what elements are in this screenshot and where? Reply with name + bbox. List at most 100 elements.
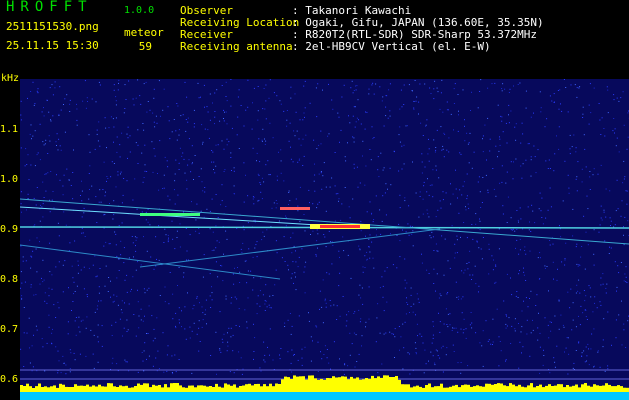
noise-speckle	[582, 312, 584, 314]
noise-speckle	[534, 222, 536, 224]
noise-speckle	[291, 325, 293, 327]
noise-speckle	[176, 237, 178, 238]
noise-speckle	[549, 321, 551, 323]
noise-speckle	[614, 261, 616, 263]
noise-speckle	[430, 237, 432, 239]
noise-speckle	[348, 206, 350, 208]
noise-speckle	[109, 243, 111, 245]
noise-speckle	[349, 354, 351, 356]
noise-speckle	[129, 135, 131, 137]
noise-speckle	[295, 276, 296, 278]
noise-speckle	[303, 271, 305, 273]
noise-speckle	[506, 325, 508, 327]
noise-speckle	[198, 320, 200, 322]
noise-speckle	[56, 174, 57, 176]
noise-speckle	[252, 256, 254, 258]
noise-speckle	[75, 334, 77, 336]
noise-speckle	[234, 267, 235, 269]
noise-speckle	[260, 183, 262, 185]
noise-speckle	[246, 327, 248, 329]
noise-speckle	[478, 285, 480, 287]
noise-speckle	[98, 300, 99, 302]
noise-speckle	[153, 328, 155, 330]
level-bar	[269, 383, 272, 392]
noise-speckle	[154, 155, 156, 157]
noise-speckle	[351, 343, 353, 345]
y-tick-label: 1.0	[0, 174, 19, 185]
noise-speckle	[588, 123, 590, 125]
noise-speckle	[343, 250, 345, 252]
noise-speckle	[226, 238, 228, 240]
level-bar	[98, 384, 101, 392]
noise-speckle	[179, 147, 181, 149]
noise-speckle	[254, 337, 256, 339]
noise-speckle	[291, 252, 293, 254]
noise-speckle	[123, 327, 125, 329]
noise-speckle	[541, 197, 543, 199]
noise-speckle	[301, 357, 303, 359]
noise-speckle	[82, 100, 84, 102]
noise-speckle	[426, 191, 428, 193]
noise-speckle	[265, 300, 267, 302]
noise-speckle	[103, 245, 105, 247]
noise-speckle	[330, 241, 332, 243]
noise-speckle	[471, 224, 473, 225]
noise-speckle	[425, 125, 427, 127]
noise-speckle	[376, 317, 378, 319]
level-bar	[338, 377, 341, 392]
level-bar	[611, 386, 614, 392]
level-bar	[617, 385, 620, 392]
noise-speckle	[49, 211, 51, 213]
app-title: HROFFT	[6, 0, 93, 15]
noise-speckle	[122, 194, 124, 196]
noise-speckle	[398, 134, 400, 136]
noise-speckle	[92, 264, 94, 266]
noise-speckle	[494, 82, 496, 84]
noise-speckle	[174, 189, 175, 191]
noise-speckle	[603, 318, 605, 320]
noise-speckle	[579, 86, 581, 88]
noise-speckle	[117, 304, 119, 306]
noise-speckle	[119, 156, 121, 158]
noise-speckle	[600, 134, 602, 135]
noise-speckle	[33, 104, 35, 106]
level-bar	[182, 387, 185, 392]
noise-speckle	[303, 112, 305, 114]
noise-speckle	[304, 346, 306, 348]
noise-speckle	[193, 322, 195, 324]
noise-speckle	[163, 88, 165, 90]
noise-speckle	[71, 265, 73, 267]
noise-speckle	[247, 270, 249, 272]
noise-speckle	[72, 277, 74, 279]
noise-speckle	[568, 192, 570, 194]
noise-speckle	[45, 139, 47, 141]
noise-speckle	[223, 253, 224, 255]
noise-speckle	[366, 251, 368, 253]
noise-speckle	[58, 235, 60, 237]
noise-speckle	[179, 322, 180, 324]
noise-speckle	[142, 360, 144, 362]
noise-speckle	[290, 362, 292, 364]
noise-speckle	[116, 295, 118, 297]
noise-speckle	[424, 83, 426, 85]
noise-speckle	[70, 352, 72, 354]
noise-speckle	[167, 241, 169, 243]
noise-speckle	[152, 365, 154, 367]
noise-speckle	[569, 148, 571, 150]
noise-speckle	[527, 143, 529, 145]
noise-speckle	[549, 372, 551, 374]
noise-speckle	[443, 132, 445, 134]
noise-speckle	[219, 349, 221, 351]
noise-speckle	[559, 225, 560, 227]
noise-speckle	[200, 96, 201, 98]
noise-speckle	[487, 189, 489, 191]
noise-speckle	[246, 282, 248, 284]
noise-speckle	[20, 348, 22, 350]
level-bar	[239, 386, 242, 392]
noise-speckle	[126, 274, 128, 276]
noise-speckle	[98, 286, 100, 288]
noise-speckle	[373, 93, 375, 95]
noise-speckle	[552, 243, 554, 245]
level-bar	[593, 384, 596, 392]
noise-speckle	[283, 180, 285, 182]
